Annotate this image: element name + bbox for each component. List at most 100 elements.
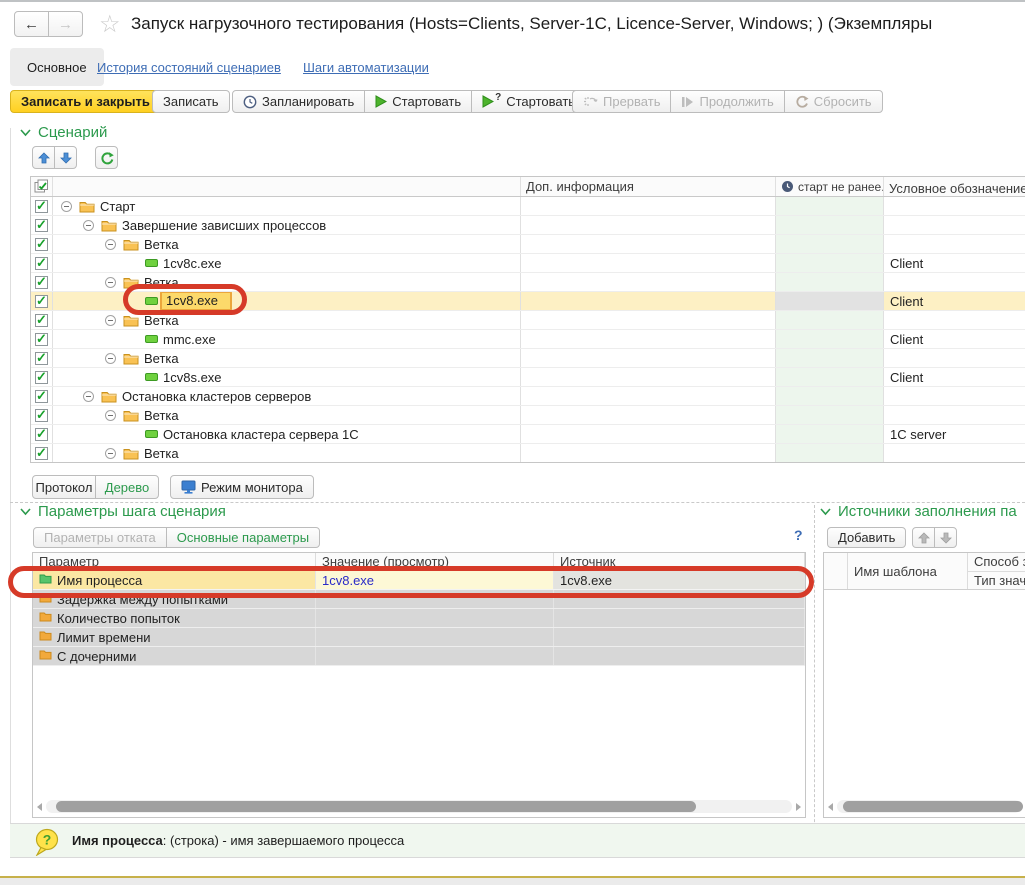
expander-icon[interactable] [83,391,94,402]
favorite-star-icon[interactable]: ☆ [99,10,121,39]
sources-move-up-button[interactable] [912,527,935,548]
param-row[interactable]: Количество попыток [33,609,805,628]
tree-row[interactable]: ✓Ветка [31,311,1025,330]
row-checkbox[interactable]: ✓ [35,447,48,460]
scroll-left-arrow[interactable] [37,803,42,811]
select-all-header-cell[interactable] [31,177,53,196]
expander-icon[interactable] [105,448,116,459]
sources-move-down-button[interactable] [934,527,957,548]
refresh-button[interactable] [95,146,118,169]
expander-icon[interactable] [105,277,116,288]
move-down-button[interactable] [54,146,77,169]
param-row[interactable]: С дочерними [33,647,805,666]
param-row[interactable]: Задержка между попытками [33,590,805,609]
tree-cell: mmc.exe [53,330,521,348]
help-link[interactable]: ? [794,527,803,543]
scroll-thumb[interactable] [843,801,1023,812]
param-value-cell[interactable] [316,590,554,608]
expander-icon[interactable] [83,220,94,231]
reset-label: Сбросить [814,94,872,109]
section-step-params-header[interactable]: Параметры шага сценария [20,503,226,520]
row-checkbox[interactable]: ✓ [35,333,48,346]
param-row[interactable]: Имя процесса1cv8.exe1cv8.exe [33,571,805,590]
row-checkbox[interactable]: ✓ [35,390,48,403]
param-row[interactable]: Лимит времени [33,628,805,647]
resume-button[interactable]: Продолжить [670,90,784,113]
tree-row[interactable]: ✓Остановка кластера сервера 1С1C server [31,425,1025,444]
tree-row[interactable]: ✓Ветка [31,406,1025,425]
view-tab-protocol-label: Протокол [36,480,93,495]
save-button[interactable]: Записать [152,90,230,113]
start-not-before-cell [776,349,884,367]
param-value-cell[interactable] [316,628,554,646]
tree-row[interactable]: ✓Ветка [31,235,1025,254]
schedule-button[interactable]: Запланировать [232,90,365,113]
expander-icon[interactable] [105,353,116,364]
params-table-header: Параметр Значение (просмотр) Источник [33,553,805,571]
expander-icon[interactable] [61,201,72,212]
monitor-icon [181,480,196,494]
checkbox-cell: ✓ [31,387,53,405]
section-fill-sources-header[interactable]: Источники заполнения па [820,503,1025,520]
row-checkbox[interactable]: ✓ [35,276,48,289]
reset-button[interactable]: Сбросить [784,90,883,113]
scroll-right-arrow[interactable] [796,803,801,811]
tree-row[interactable]: ✓Завершение зависших процессов [31,216,1025,235]
arrow-down-icon [940,532,952,544]
interrupt-button[interactable]: Прервать [572,90,671,113]
back-button[interactable]: ← [14,11,49,37]
tree-row[interactable]: ✓1cv8c.exeClient [31,254,1025,273]
row-checkbox[interactable]: ✓ [35,314,48,327]
scroll-track[interactable] [46,800,792,813]
tree-row[interactable]: ✓mmc.exeClient [31,330,1025,349]
row-checkbox[interactable]: ✓ [35,238,48,251]
tree-row[interactable]: ✓1cv8.exeClient [31,292,1025,311]
scroll-thumb[interactable] [56,801,696,812]
param-value-cell[interactable] [316,609,554,627]
tree-row[interactable]: ✓1cv8s.exeClient [31,368,1025,387]
unit-column-header: Условное обозначение ед [884,177,1025,196]
row-checkbox[interactable]: ✓ [35,219,48,232]
link-scenario-state-history[interactable]: История состояний сценариев [97,60,281,75]
tree-row[interactable]: ✓Ветка [31,349,1025,368]
row-checkbox[interactable]: ✓ [35,257,48,270]
row-checkbox[interactable]: ✓ [35,371,48,384]
expander-icon[interactable] [105,239,116,250]
view-tab-protocol[interactable]: Протокол [32,475,96,499]
param-name-label: С дочерними [57,649,136,664]
param-value-cell[interactable]: 1cv8.exe [316,571,554,589]
scroll-track[interactable] [837,800,1021,813]
add-button[interactable]: Добавить [827,527,906,548]
row-checkbox[interactable]: ✓ [35,409,48,422]
scroll-left-arrow[interactable] [828,803,833,811]
tree-row[interactable]: ✓Ветка [31,273,1025,292]
checkbox-cell: ✓ [31,444,53,462]
tree-row[interactable]: ✓Остановка кластеров серверов [31,387,1025,406]
arrow-up-icon [38,152,50,164]
checkbox-cell: ✓ [31,254,53,272]
link-automation-steps[interactable]: Шаги автоматизации [303,60,429,75]
tree-row[interactable]: ✓Ветка [31,444,1025,463]
panel-splitter[interactable] [814,505,815,857]
row-checkbox[interactable]: ✓ [35,428,48,441]
section-scenario-header[interactable]: Сценарий [20,124,107,141]
param-value-cell[interactable] [316,647,554,665]
main-params-button[interactable]: Основные параметры [166,527,320,548]
view-tab-tree[interactable]: Дерево [95,475,159,499]
expander-icon[interactable] [105,410,116,421]
rollback-params-button[interactable]: Параметры отката [33,527,167,548]
monitor-mode-button[interactable]: Режим монитора [170,475,314,499]
expander-icon[interactable] [105,315,116,326]
tree-cell: Остановка кластера сервера 1С [53,425,521,443]
sources-horizontal-scrollbar[interactable] [828,799,1025,814]
start-button[interactable]: Стартовать [364,90,472,113]
move-up-button[interactable] [32,146,55,169]
forward-button[interactable]: → [48,11,83,37]
row-checkbox[interactable]: ✓ [35,200,48,213]
row-checkbox[interactable]: ✓ [35,295,48,308]
tab-main[interactable]: Основное [10,48,104,86]
save-and-close-button[interactable]: Записать и закрыть [10,90,161,113]
params-horizontal-scrollbar[interactable] [37,799,801,814]
row-checkbox[interactable]: ✓ [35,352,48,365]
tree-row[interactable]: ✓Старт [31,197,1025,216]
